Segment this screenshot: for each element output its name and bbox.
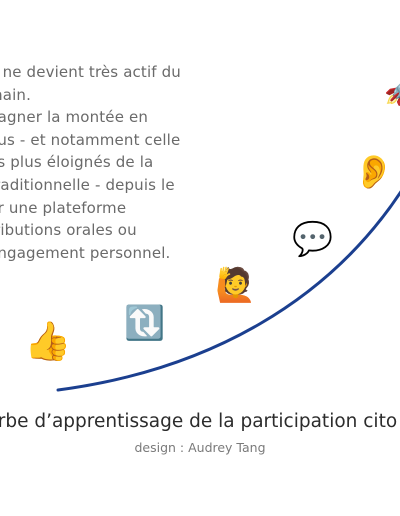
raising-hand-icon: 🙋 [215, 265, 257, 304]
chart-caption-credit: design : Audrey Tang [134, 440, 266, 455]
thumbs-up-icon: 👍 [24, 319, 72, 363]
retweet-icon: 🔃 [124, 303, 166, 342]
ear-icon: 👂 [353, 152, 395, 191]
chart-caption-title: urbe d’apprentissage de la participation… [0, 411, 398, 432]
learning-curve [56, 190, 400, 392]
rocket-icon: 🚀 [384, 78, 400, 105]
speech-bubble-icon: 💬 [292, 219, 334, 258]
